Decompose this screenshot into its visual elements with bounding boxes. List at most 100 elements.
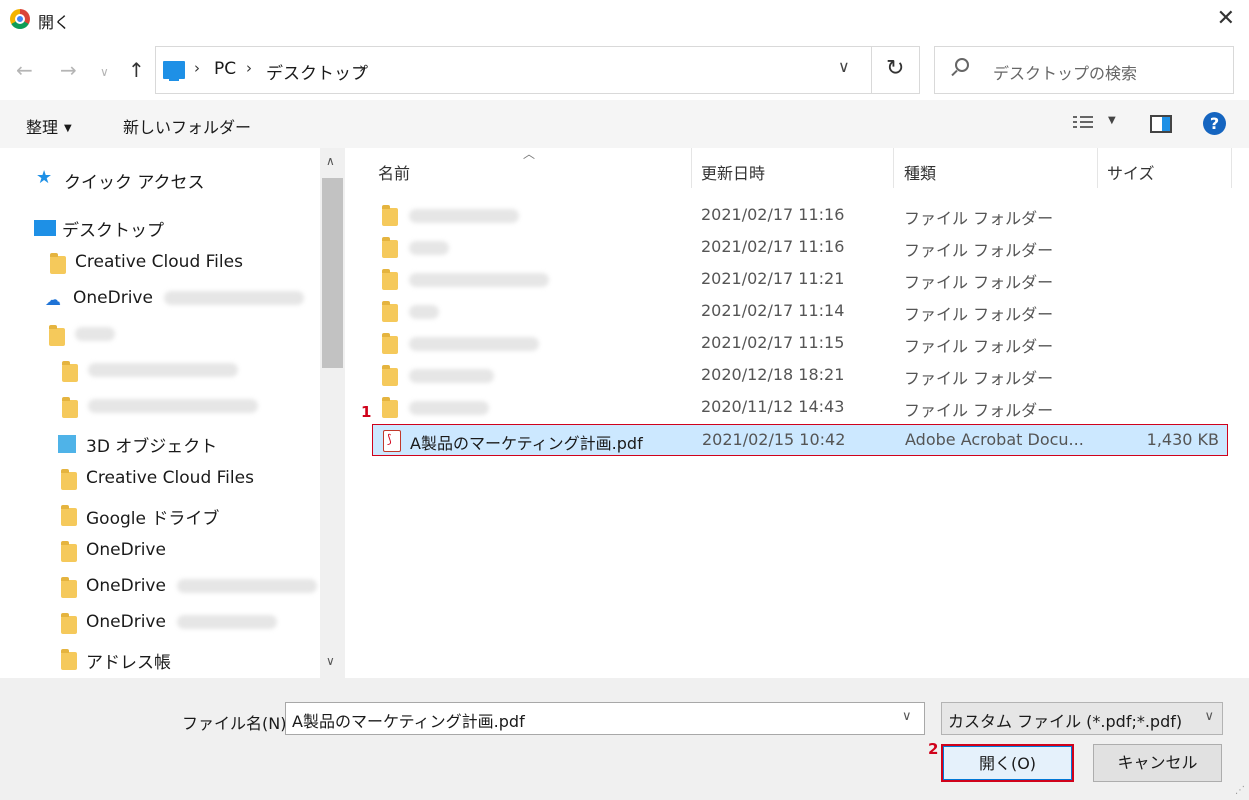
chevron-right-icon[interactable]: › [194,59,200,77]
folder-icon [62,397,78,418]
help-icon[interactable]: ? [1203,112,1226,135]
preview-pane-icon[interactable] [1150,115,1172,133]
navigation-pane: ★ クイック アクセス デスクトップ Creative Cloud Files … [0,148,320,678]
redacted-text [409,208,519,223]
column-divider[interactable] [893,148,894,188]
column-header-name[interactable]: 名前 [378,160,410,184]
table-row[interactable]: 2021/02/17 11:16 ファイル フォルダー [372,232,1228,264]
folder-icon [61,613,77,634]
folder-icon [382,397,398,418]
organize-label: 整理 [26,118,59,137]
table-row[interactable]: 2021/02/17 11:21 ファイル フォルダー [372,264,1228,296]
column-divider[interactable] [1097,148,1098,188]
table-row[interactable]: 2020/12/18 18:21 ファイル フォルダー [372,360,1228,392]
redacted-text [409,368,494,383]
scroll-thumb[interactable] [322,178,343,368]
column-divider[interactable] [691,148,692,188]
chevron-down-icon: ∨ [1204,709,1214,724]
table-row[interactable]: 2020/11/12 14:43 ファイル フォルダー [372,392,1228,424]
sort-ascending-icon: ︿ [523,147,536,161]
new-folder-button[interactable]: 新しいフォルダー [123,114,251,138]
table-row-selected[interactable]: A製品のマーケティング計画.pdf 2021/02/15 10:42 Adobe… [372,424,1228,456]
nav-scrollbar[interactable]: ∧ ∨ [320,148,345,678]
creative-cloud-folder-icon [61,469,77,490]
file-type-select[interactable]: カスタム ファイル (*.pdf;*.pdf) ∨ [941,702,1223,735]
refresh-icon[interactable]: ↻ [886,56,904,81]
folder-icon [382,269,398,290]
folder-icon [382,205,398,226]
chrome-icon [10,9,30,29]
divider [871,47,872,93]
redacted-text [409,336,539,351]
forward-arrow-icon[interactable]: → [60,58,77,82]
search-icon [955,58,969,72]
open-button[interactable]: 開く(O) [941,744,1074,782]
table-row[interactable]: 2021/02/17 11:14 ファイル フォルダー [372,296,1228,328]
search-placeholder: デスクトップの検索 [993,64,1138,83]
file-type-value: カスタム ファイル (*.pdf;*.pdf) [948,712,1183,731]
scroll-down-icon[interactable]: ∨ [326,654,335,668]
chevron-down-icon[interactable]: ∨ [902,709,912,724]
contacts-folder-icon [61,649,77,670]
folder-icon [382,301,398,322]
user-folder-icon [49,325,65,346]
pdf-file-icon [383,430,401,452]
redacted-text [88,363,238,377]
redacted-text [88,399,258,413]
caret-down-icon[interactable]: ▼ [1108,115,1116,126]
resize-grip-icon[interactable]: ⋰ [1235,785,1245,796]
scroll-up-icon[interactable]: ∧ [326,154,335,168]
search-input[interactable]: デスクトップの検索 [934,46,1234,94]
cube-icon [58,435,76,453]
chevron-right-icon[interactable]: › [246,59,252,77]
callout-number-2: 2 [928,740,939,758]
view-options-icon[interactable] [1073,113,1093,133]
address-bar[interactable]: › PC › デスクトップ › ∨ ↻ [155,46,920,94]
organize-button[interactable]: 整理 ▼ [26,114,72,138]
callout-number-1: 1 [361,403,372,421]
recent-locations-chevron-icon[interactable]: ∨ [100,65,109,79]
creative-cloud-folder-icon [50,253,66,274]
redacted-text [409,272,549,287]
pc-icon [163,61,185,81]
close-icon[interactable]: ✕ [1217,6,1235,31]
table-row[interactable]: 2021/02/17 11:16 ファイル フォルダー [372,200,1228,232]
title-bar: 開く ✕ [0,0,1249,38]
chevron-right-icon[interactable]: › [359,59,365,77]
column-divider[interactable] [1231,148,1232,188]
filename-input[interactable]: A製品のマーケティング計画.pdf [285,702,925,735]
breadcrumb-pc[interactable]: PC [214,59,236,79]
folder-icon [382,365,398,386]
window-title: 開く [38,13,71,32]
redacted-text [75,327,115,341]
filename-label: ファイル名(N): [182,714,292,733]
column-header-type[interactable]: 種類 [904,160,936,184]
google-drive-folder-icon [61,505,77,526]
folder-icon [62,361,78,382]
folder-icon [382,237,398,258]
table-row[interactable]: 2021/02/17 11:15 ファイル フォルダー [372,328,1228,360]
redacted-text [409,400,489,415]
onedrive-folder-icon [61,541,77,562]
onedrive-folder-icon [61,577,77,598]
folder-icon [382,333,398,354]
redacted-text [177,579,318,593]
cancel-button[interactable]: キャンセル [1093,744,1222,782]
redacted-text [409,304,439,319]
up-arrow-icon[interactable]: ↑ [128,58,145,82]
cloud-icon: ☁ [45,290,61,309]
column-header-date[interactable]: 更新日時 [701,160,765,184]
redacted-text [177,615,278,629]
desktop-icon [34,220,56,236]
back-arrow-icon[interactable]: ← [16,58,33,82]
redacted-text [164,291,305,305]
breadcrumb-desktop[interactable]: デスクトップ [266,59,368,84]
command-toolbar: 整理 ▼ 新しいフォルダー ▼ [0,100,1249,148]
column-header-size[interactable]: サイズ [1107,160,1155,184]
chevron-down-icon[interactable]: ∨ [838,57,850,76]
caret-down-icon: ▼ [64,123,72,134]
dialog-footer: ファイル名(N): A製品のマーケティング計画.pdf ∨ カスタム ファイル … [0,678,1249,800]
star-icon: ★ [36,167,53,188]
file-list-pane: ︿ 名前 更新日時 種類 サイズ 2021/02/17 11:16 ファイル フ… [345,147,1249,678]
redacted-text [409,240,449,255]
